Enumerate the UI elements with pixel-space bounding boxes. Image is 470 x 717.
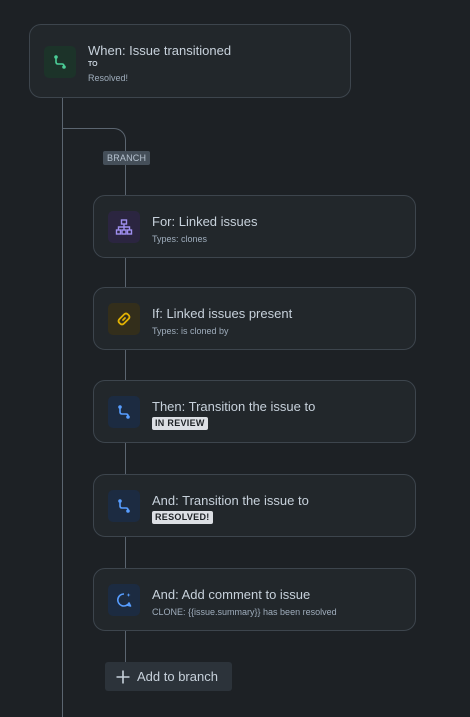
step-title: For: Linked issues bbox=[152, 214, 258, 229]
trunk-connector bbox=[62, 97, 63, 717]
step-subtitle: CLONE: {{issue.summary}} has been resolv… bbox=[152, 607, 337, 617]
step-title: And: Add comment to issue bbox=[152, 587, 311, 602]
automation-canvas: When: Issue transitioned TO Resolved! BR… bbox=[0, 0, 470, 717]
transition-icon bbox=[44, 46, 76, 78]
step-title: Then: Transition the issue to bbox=[152, 399, 316, 414]
trigger-to-label: TO bbox=[88, 61, 98, 68]
trigger-card[interactable]: When: Issue transitioned TO Resolved! bbox=[29, 24, 351, 98]
status-lozenge: IN REVIEW bbox=[152, 417, 208, 430]
link-icon bbox=[108, 303, 140, 335]
status-lozenge: RESOLVED! bbox=[152, 511, 213, 524]
transition-icon bbox=[108, 490, 140, 522]
step-title: If: Linked issues present bbox=[152, 306, 293, 321]
for-linked-issues-card[interactable]: For: Linked issues Types: clones bbox=[93, 195, 416, 258]
if-linked-issues-present-card[interactable]: If: Linked issues present Types: is clon… bbox=[93, 287, 416, 350]
step-subtitle: Types: clones bbox=[152, 234, 208, 244]
and-transition-card[interactable]: And: Transition the issue to RESOLVED! bbox=[93, 474, 416, 537]
then-transition-card[interactable]: Then: Transition the issue to IN REVIEW bbox=[93, 380, 416, 443]
add-to-branch-label: Add to branch bbox=[137, 669, 218, 684]
add-comment-card[interactable]: And: Add comment to issue CLONE: {{issue… bbox=[93, 568, 416, 631]
hierarchy-icon bbox=[108, 211, 140, 243]
trigger-title: When: Issue transitioned bbox=[88, 43, 232, 58]
comment-icon bbox=[108, 584, 140, 616]
transition-icon bbox=[108, 396, 140, 428]
plus-icon bbox=[115, 669, 131, 685]
step-title: And: Transition the issue to bbox=[152, 493, 309, 508]
trigger-status: Resolved! bbox=[88, 73, 129, 83]
branch-badge: BRANCH bbox=[103, 151, 151, 165]
add-to-branch-button[interactable]: Add to branch bbox=[105, 662, 232, 691]
step-subtitle: Types: is cloned by bbox=[152, 326, 229, 336]
